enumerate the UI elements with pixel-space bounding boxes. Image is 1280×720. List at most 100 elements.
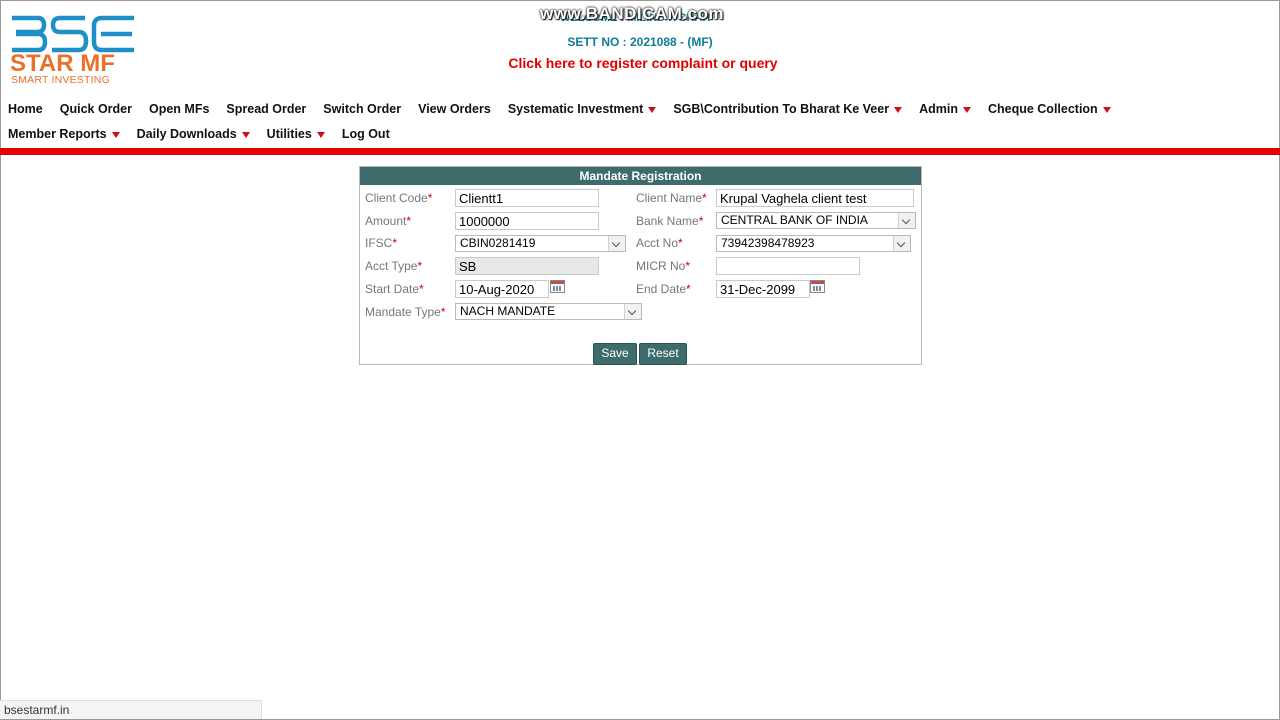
required-mark: * [419,282,424,296]
recorder-watermark: www.BANDICAM.com [540,4,724,23]
mandate-type-select[interactable]: NACH MANDATE [455,303,642,320]
required-mark: * [417,259,423,273]
required-mark: * [440,305,446,319]
menu-label: Member Reports [8,127,107,141]
chevron-down-icon[interactable] [608,236,625,251]
chevron-down-icon[interactable] [624,304,641,319]
required-mark: * [686,282,691,296]
label-text: IFSC [365,236,393,250]
bse-star-mf-logo[interactable]: STAR MF SMART INVESTING [10,14,140,86]
acct-type-label: Acct Type* [365,259,422,273]
calendar-icon[interactable] [550,280,565,293]
label-text: Start Date [365,282,420,296]
client-name-input[interactable]: Krupal Vaghela client test [716,189,914,207]
bank-name-select[interactable]: CENTRAL BANK OF INDIA [716,212,916,229]
micr-no-input[interactable] [716,257,860,275]
amount-input[interactable]: 1000000 [455,212,599,230]
menu-label: Home [8,102,43,116]
label-text: Bank Name [636,214,699,228]
dropdown-caret-icon [894,106,903,113]
required-mark: * [702,191,707,205]
mandate-type-label: Mandate Type* [365,305,446,319]
menu-label: Log Out [341,127,390,141]
label-text: MICR No [636,259,686,273]
dropdown-caret-icon [648,106,657,113]
menu-label: Systematic Investment [507,102,644,116]
dropdown-caret-icon [111,131,120,138]
end-date-input[interactable]: 31-Dec-2099 [716,280,810,298]
chevron-down-icon[interactable] [893,236,910,251]
menu-spread-order[interactable]: Spread Order [226,102,306,116]
start-date-input[interactable]: 10-Aug-2020 [455,280,549,298]
menu-label: Open MFs [148,102,210,116]
selected-value: 73942398478923 [721,236,815,250]
label-text: Client Code [365,191,428,205]
menu-label: Spread Order [226,102,307,116]
ifsc-select[interactable]: CBIN0281419 [455,235,626,252]
menu-label: Admin [919,102,958,116]
amount-label: Amount* [365,214,411,228]
chevron-down-icon[interactable] [898,213,915,228]
menu-admin[interactable]: Admin [919,102,971,116]
micr-no-label: MICR No* [636,259,690,273]
menu-label: Daily Downloads [136,127,237,141]
logo-tagline: SMART INVESTING [11,74,110,86]
client-name-label: Client Name* [636,191,707,205]
acct-no-label: Acct No* [636,236,683,250]
label-text: Acct Type [365,259,418,273]
menu-systematic-investment[interactable]: Systematic Investment [507,102,657,116]
label-text: End Date [636,282,687,296]
required-mark: * [427,191,433,205]
selected-value: CBIN0281419 [460,236,536,250]
save-button[interactable]: Save [593,343,637,365]
dropdown-caret-icon [241,131,250,138]
label-text: Client Name [636,191,703,205]
menu-member-reports[interactable]: Member Reports [8,127,120,141]
mandate-registration-form: Mandate Registration Client Code* Client… [359,166,922,365]
selected-value: NACH MANDATE [460,304,556,318]
form-title: Mandate Registration [360,167,921,185]
acct-no-select[interactable]: 73942398478923 [716,235,911,252]
start-date-label: Start Date* [365,282,424,296]
menu-label: SGB\Contribution To Bharat Ke Veer [673,102,890,116]
reset-button[interactable]: Reset [639,343,687,365]
label-text: Mandate Type [365,305,441,319]
menu-label: Quick Order [59,102,132,116]
browser-status-url: bsestarmf.in [0,700,262,719]
menu-label: Cheque Collection [987,102,1098,116]
dropdown-caret-icon [316,131,325,138]
menu-switch-order[interactable]: Switch Order [323,102,401,116]
dropdown-caret-icon [962,106,971,113]
acct-type-field: SB [455,257,599,275]
calendar-icon[interactable] [810,280,825,293]
label-text: Acct No [636,236,679,250]
required-mark: * [392,236,398,250]
dropdown-caret-icon [1102,106,1111,113]
bank-name-label: Bank Name* [636,214,703,228]
menu-label: View Orders [418,102,491,116]
header-divider-bar [0,148,1280,155]
end-date-label: End Date* [636,282,691,296]
menu-sgb-contribution[interactable]: SGB\Contribution To Bharat Ke Veer [673,102,903,116]
main-menu-row-1: Home Quick Order Open MFs Spread Order S… [8,102,1128,116]
menu-open-mfs[interactable]: Open MFs [149,102,209,116]
required-mark: * [698,214,704,228]
menu-home[interactable]: Home [8,102,43,116]
client-code-input[interactable]: Clientt1 [455,189,599,207]
selected-value: CENTRAL BANK OF INDIA [721,213,868,227]
required-mark: * [406,214,412,228]
settlement-number: SETT NO : 2021088 - (MF) [567,35,713,49]
menu-quick-order[interactable]: Quick Order [60,102,132,116]
required-mark: * [685,259,691,273]
menu-label: Switch Order [323,102,402,116]
ifsc-label: IFSC* [365,236,397,250]
menu-view-orders[interactable]: View Orders [418,102,491,116]
menu-utilities[interactable]: Utilities [267,127,325,141]
client-code-label: Client Code* [365,191,432,205]
required-mark: * [678,236,683,250]
menu-label: Utilities [266,127,312,141]
menu-log-out[interactable]: Log Out [342,127,390,141]
register-complaint-link[interactable]: Click here to register complaint or quer… [0,55,1280,71]
menu-daily-downloads[interactable]: Daily Downloads [137,127,250,141]
menu-cheque-collection[interactable]: Cheque Collection [988,102,1111,116]
